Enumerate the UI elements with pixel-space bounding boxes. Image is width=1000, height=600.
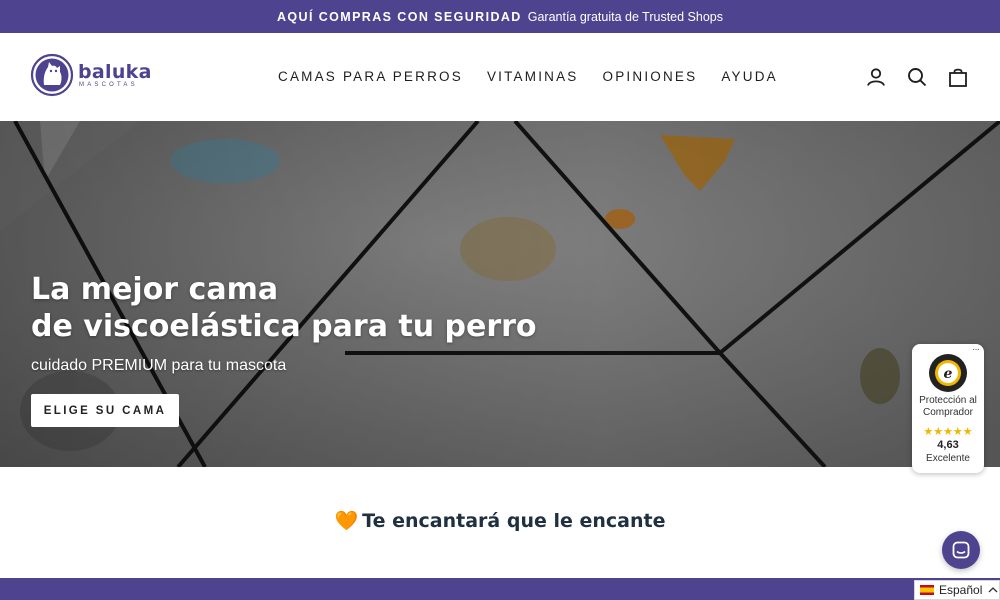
bag-icon[interactable]: [948, 67, 968, 87]
hero-title: La mejor cama de viscoelástica para tu p…: [31, 271, 537, 345]
section-heading-text: Te encantará que le encante: [362, 510, 666, 532]
badge-score: 4,63: [937, 439, 959, 451]
language-selector[interactable]: Español: [914, 580, 1000, 600]
nav-item-vitaminas[interactable]: VITAMINAS: [487, 69, 579, 84]
logo[interactable]: baluka MASCOTAS: [30, 53, 152, 97]
heart-icon: 🧡: [334, 510, 359, 532]
announcement-strong: AQUÍ COMPRAS CON SEGURIDAD: [276, 9, 522, 24]
logo-mark-icon: [30, 53, 74, 97]
logo-text: baluka MASCOTAS: [78, 62, 152, 88]
badge-stars: ★★★★★: [923, 426, 973, 438]
language-label: Español: [939, 583, 983, 597]
nav-item-ayuda[interactable]: AYUDA: [721, 69, 778, 84]
search-icon[interactable]: [907, 67, 927, 87]
chat-button[interactable]: [942, 531, 980, 569]
choose-bed-button[interactable]: ELIGE SU CAMA: [31, 394, 179, 427]
badge-options-icon[interactable]: ···: [972, 344, 980, 355]
hero-text: La mejor cama de viscoelástica para tu p…: [31, 271, 537, 375]
site-header: baluka MASCOTAS CAMAS PARA PERROS VITAMI…: [0, 33, 1000, 121]
header-icons: [866, 67, 968, 87]
logo-sub: MASCOTAS: [79, 82, 138, 88]
logo-name: baluka: [78, 61, 152, 83]
trusted-shops-seal-icon: e: [929, 354, 967, 392]
trusted-shops-badge[interactable]: ··· e Protección al Comprador ★★★★★ 4,63…: [912, 344, 984, 473]
footer-band: [0, 578, 1000, 600]
nav-item-opiniones[interactable]: OPINIONES: [603, 69, 698, 84]
hero-subtitle: cuidado PREMIUM para tu mascota: [31, 357, 287, 374]
announcement-text: Garantía gratuita de Trusted Shops: [527, 9, 723, 24]
announcement-bar: AQUÍ COMPRAS CON SEGURIDAD Garantía grat…: [0, 0, 1000, 33]
chat-icon: [952, 541, 970, 559]
section-heading: 🧡 Te encantará que le encante: [0, 509, 1000, 532]
badge-label: Protección al Comprador: [919, 395, 977, 418]
svg-text:e: e: [944, 366, 953, 382]
chevron-up-icon: [988, 587, 998, 593]
spain-flag-icon: [920, 585, 934, 595]
nav-item-camas[interactable]: CAMAS PARA PERROS: [278, 69, 463, 84]
badge-rating-word: Excelente: [926, 453, 970, 464]
hero-banner: La mejor cama de viscoelástica para tu p…: [0, 121, 1000, 467]
user-icon[interactable]: [866, 67, 886, 87]
main-nav: CAMAS PARA PERROS VITAMINAS OPINIONES AY…: [278, 69, 778, 84]
hero-title-line-1: La mejor cama: [31, 272, 279, 307]
hero-title-line-2: de viscoelástica para tu perro: [31, 309, 537, 344]
